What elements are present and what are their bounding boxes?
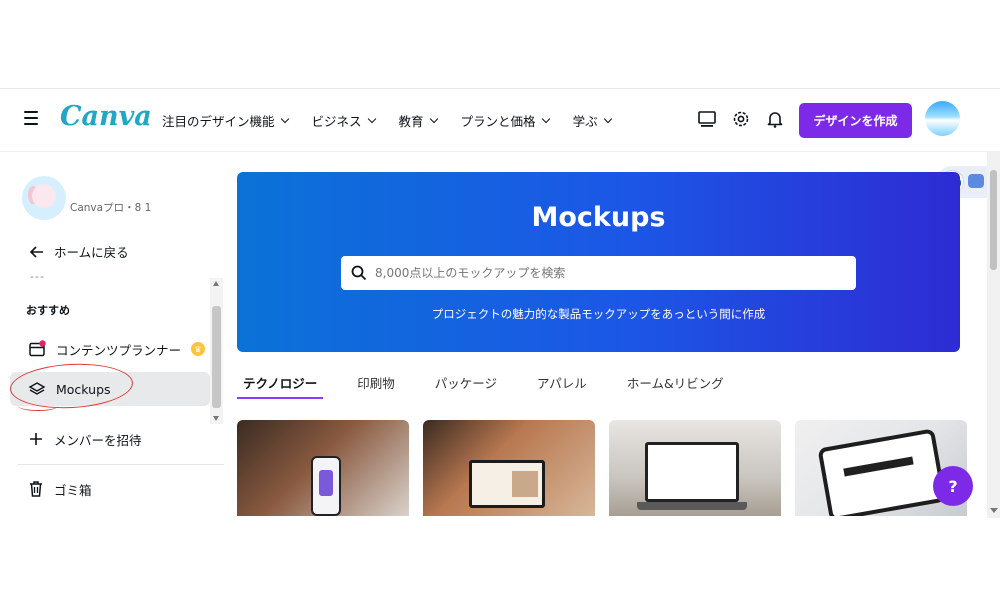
nav-item-business[interactable]: ビジネス	[311, 111, 376, 130]
back-label: ホームに戻る	[54, 245, 129, 260]
sidebar-scrollbar[interactable]	[210, 278, 223, 424]
nav-label: 注目のデザイン機能	[162, 114, 275, 129]
sidebar-scrollbar-thumb[interactable]	[212, 306, 221, 408]
section-heading: おすすめ	[26, 304, 70, 317]
page-scrollbar[interactable]	[987, 152, 1000, 518]
crown-icon: ♛	[191, 342, 206, 356]
tab-home-living[interactable]: ホーム&リビング	[621, 365, 730, 399]
bell-icon[interactable]	[765, 109, 785, 129]
chevron-down-icon	[429, 114, 438, 123]
separator-dashes: ---	[30, 270, 45, 283]
canva-logo[interactable]: Canva	[60, 101, 152, 132]
tablet-image	[817, 428, 947, 516]
nav-label: プランと価格	[460, 114, 536, 129]
mockup-thumbnail-monitor[interactable]	[423, 420, 595, 516]
sidebar-item-label: コンテンツプランナー	[56, 342, 182, 358]
sidebar-item-invite-members[interactable]: メンバーを招待	[10, 422, 210, 456]
category-tabs: テクノロジー 印刷物 パッケージ アパレル ホーム&リビング	[237, 365, 758, 399]
team-avatar[interactable]	[22, 176, 66, 220]
tab-technology[interactable]: テクノロジー	[237, 365, 324, 399]
search-input[interactable]	[375, 256, 845, 290]
annotation-underline	[18, 401, 58, 411]
search-icon	[351, 265, 367, 281]
sidebar-item-trash[interactable]: ゴミ箱	[10, 472, 210, 506]
nav-item-learn[interactable]: 学ぶ	[572, 111, 612, 130]
user-avatar[interactable]	[925, 101, 960, 136]
mockup-thumbnail-laptop[interactable]	[609, 420, 781, 516]
monitor-image	[469, 460, 545, 508]
scroll-down-icon[interactable]	[213, 416, 219, 421]
scroll-up-icon[interactable]	[213, 281, 219, 286]
help-button[interactable]: ?	[933, 466, 973, 506]
hero-subtitle: プロジェクトの魅力的な製品モックアップをあっという間に作成	[431, 307, 766, 321]
desktop-app-icon[interactable]	[697, 109, 717, 129]
sidebar-item-label: ゴミ箱	[54, 482, 92, 498]
tab-print[interactable]: 印刷物	[351, 365, 401, 399]
gear-icon[interactable]	[731, 109, 751, 129]
nav-label: 教育	[398, 114, 424, 129]
chevron-down-icon	[280, 114, 289, 123]
translate-icon[interactable]	[968, 174, 984, 188]
plus-icon	[30, 433, 42, 445]
menu-icon[interactable]	[24, 111, 38, 125]
chevron-down-icon	[541, 114, 550, 123]
arrow-left-icon	[30, 245, 43, 258]
search-box[interactable]	[341, 256, 856, 290]
team-label: Canvaプロ・8 1	[70, 202, 152, 214]
nav-item-featured[interactable]: 注目のデザイン機能	[162, 111, 289, 130]
mockups-hero-banner: Mockups プロジェクトの魅力的な製品モックアップをあっという間に作成	[237, 172, 960, 352]
sidebar: Canvaプロ・8 1 ホームに戻る --- おすすめ コンテンツプランナー ♛…	[0, 152, 224, 518]
tab-apparel[interactable]: アパレル	[531, 365, 593, 399]
scroll-down-icon[interactable]	[990, 508, 998, 513]
back-to-home-link[interactable]: ホームに戻る	[30, 242, 129, 261]
nav-label: 学ぶ	[572, 114, 598, 129]
page-title: Mockups	[531, 202, 666, 233]
mockup-thumbnail-phone[interactable]	[237, 420, 409, 516]
chevron-down-icon	[367, 114, 376, 123]
chevron-down-icon	[603, 114, 612, 123]
sidebar-item-label: メンバーを招待	[54, 432, 142, 448]
nav-item-pricing[interactable]: プランと価格	[460, 111, 550, 130]
tab-packaging[interactable]: パッケージ	[429, 365, 503, 399]
nav-item-education[interactable]: 教育	[398, 111, 438, 130]
laptop-image	[645, 442, 739, 502]
laptop-base-image	[637, 502, 747, 510]
main-nav: 注目のデザイン機能 ビジネス 教育 プランと価格 学ぶ	[162, 111, 612, 130]
trash-icon	[30, 481, 42, 497]
page-scrollbar-thumb[interactable]	[990, 170, 997, 270]
create-design-button[interactable]: デザインを作成	[799, 103, 912, 138]
sidebar-divider	[18, 464, 224, 465]
phone-image	[311, 456, 341, 516]
sidebar-item-content-planner[interactable]: コンテンツプランナー ♛	[10, 332, 210, 366]
nav-label: ビジネス	[311, 114, 362, 129]
calendar-icon	[29, 340, 46, 357]
top-navigation-bar: Canva 注目のデザイン機能 ビジネス 教育 プランと価格 学ぶ デザインを作…	[0, 88, 1000, 152]
